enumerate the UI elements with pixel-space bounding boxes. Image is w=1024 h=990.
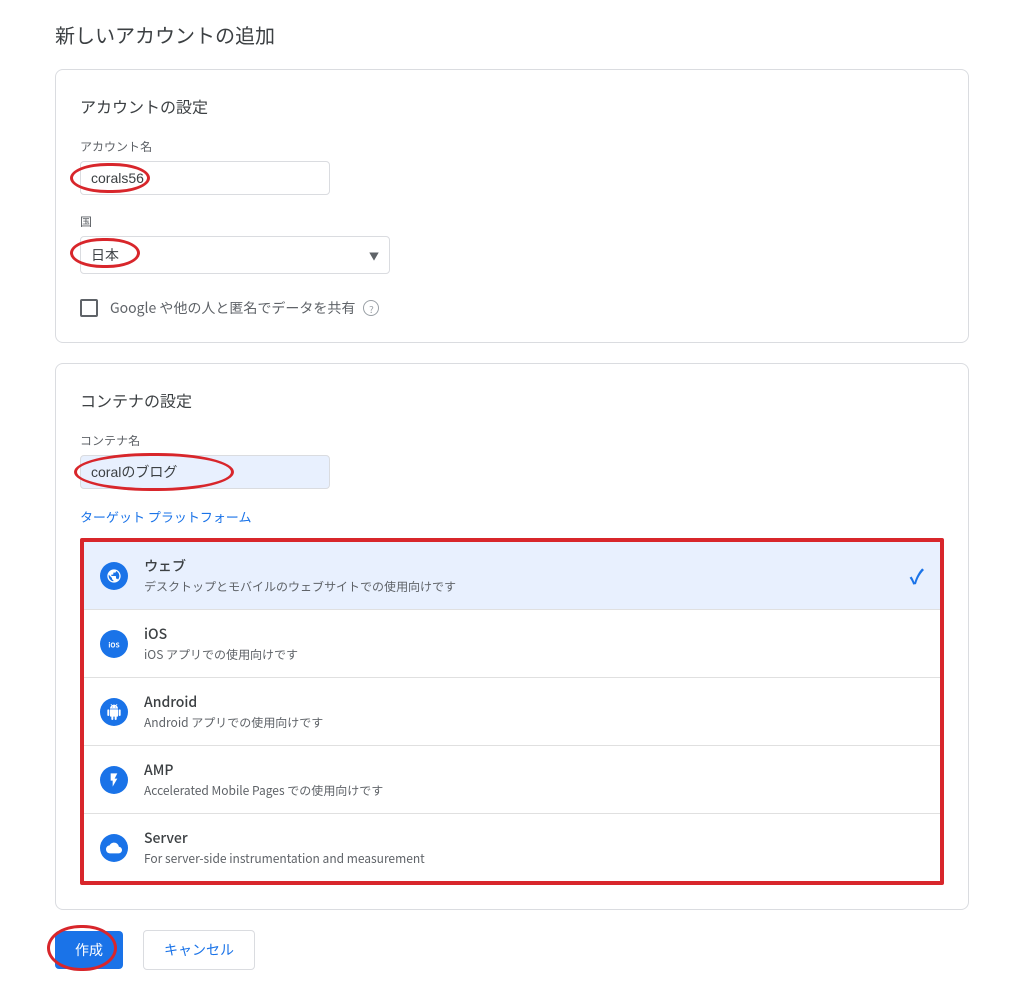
container-card-title: コンテナの設定	[80, 388, 944, 412]
container-name-input[interactable]	[80, 455, 330, 489]
cloud-icon	[100, 834, 128, 862]
account-settings-card: アカウントの設定 アカウント名 国 日本 ▼ Google や他の人と匿名でデー…	[55, 69, 969, 343]
container-settings-card: コンテナの設定 コンテナ名 ターゲット プラットフォーム ウェブ デスクトップと…	[55, 363, 969, 910]
share-anonymous-checkbox[interactable]	[80, 299, 98, 317]
country-label: 国	[80, 213, 944, 230]
platform-desc: デスクトップとモバイルのウェブサイトでの使用向けです	[144, 578, 910, 595]
platform-desc: iOS アプリでの使用向けです	[144, 646, 924, 663]
android-icon	[100, 698, 128, 726]
account-name-label: アカウント名	[80, 138, 944, 155]
amp-icon	[100, 766, 128, 794]
country-value: 日本	[91, 245, 119, 265]
globe-icon	[100, 562, 128, 590]
share-anonymous-label: Google や他の人と匿名でデータを共有 ?	[110, 298, 379, 318]
platform-web[interactable]: ウェブ デスクトップとモバイルのウェブサイトでの使用向けです ✓	[84, 542, 940, 610]
platform-server[interactable]: Server For server-side instrumentation a…	[84, 814, 940, 881]
platform-name: Server	[144, 828, 924, 848]
container-name-label: コンテナ名	[80, 432, 944, 449]
platform-desc: Android アプリでの使用向けです	[144, 714, 924, 731]
platform-desc: For server-side instrumentation and meas…	[144, 850, 924, 867]
platform-name: iOS	[144, 624, 924, 644]
ios-icon: iOS	[100, 630, 128, 658]
platform-name: Android	[144, 692, 924, 712]
create-button[interactable]: 作成	[55, 931, 123, 969]
platform-name: AMP	[144, 760, 924, 780]
account-name-input[interactable]	[80, 161, 330, 195]
cancel-button[interactable]: キャンセル	[143, 930, 255, 970]
platform-amp[interactable]: AMP Accelerated Mobile Pages での使用向けです	[84, 746, 940, 814]
account-card-title: アカウントの設定	[80, 94, 944, 118]
country-select[interactable]: 日本 ▼	[80, 236, 390, 274]
check-icon: ✓	[910, 561, 924, 590]
platform-name: ウェブ	[144, 556, 910, 576]
target-platform-label: ターゲット プラットフォーム	[80, 507, 944, 526]
svg-text:iOS: iOS	[108, 639, 119, 649]
chevron-down-icon: ▼	[369, 248, 379, 263]
help-icon[interactable]: ?	[363, 300, 379, 316]
platform-ios[interactable]: iOS iOS iOS アプリでの使用向けです	[84, 610, 940, 678]
platform-android[interactable]: Android Android アプリでの使用向けです	[84, 678, 940, 746]
platform-desc: Accelerated Mobile Pages での使用向けです	[144, 782, 924, 799]
platform-list-highlight: ウェブ デスクトップとモバイルのウェブサイトでの使用向けです ✓ iOS iOS…	[80, 538, 944, 885]
page-title: 新しいアカウントの追加	[55, 20, 969, 49]
